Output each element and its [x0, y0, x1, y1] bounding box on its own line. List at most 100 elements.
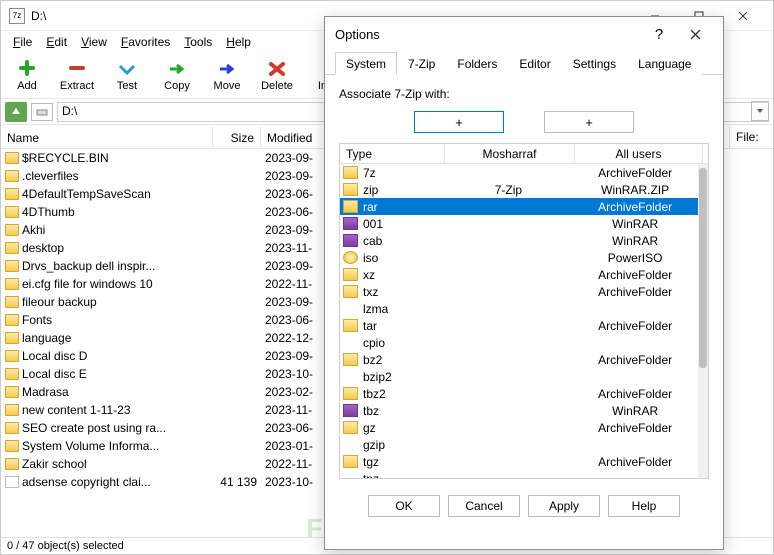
- file-modified: 2023-09-: [261, 223, 327, 237]
- test-button[interactable]: Test: [105, 57, 149, 94]
- assoc-row[interactable]: bz2ArchiveFolder: [340, 351, 698, 368]
- dialog-body: Associate 7-Zip with: + + Type Mosharraf…: [325, 75, 723, 523]
- file-modified: 2023-11-: [261, 403, 327, 417]
- copy-label: Copy: [164, 80, 190, 92]
- assoc-row[interactable]: gzArchiveFolder: [340, 419, 698, 436]
- folder-icon: [5, 314, 19, 326]
- tab-7zip[interactable]: 7-Zip: [397, 52, 446, 75]
- assoc-allusers: WinRAR: [572, 404, 698, 418]
- assoc-type: zip: [361, 183, 445, 197]
- assoc-row[interactable]: isoPowerISO: [340, 249, 698, 266]
- column-modified[interactable]: Modified: [261, 127, 327, 148]
- file-modified: 2023-09-: [261, 349, 327, 363]
- assoc-row[interactable]: xzArchiveFolder: [340, 266, 698, 283]
- assoc-col-user[interactable]: Mosharraf: [445, 144, 575, 163]
- assoc-allusers: ArchiveFolder: [572, 387, 698, 401]
- assoc-type: 001: [361, 217, 445, 231]
- move-button[interactable]: Move: [205, 57, 249, 94]
- extract-button[interactable]: Extract: [55, 57, 99, 94]
- assoc-header: Type Mosharraf All users: [340, 144, 708, 164]
- add-button[interactable]: Add: [5, 57, 49, 94]
- file-modified: 2023-02-: [261, 385, 327, 399]
- drive-icon[interactable]: [31, 103, 53, 121]
- assoc-col-allusers[interactable]: All users: [575, 144, 703, 163]
- apply-button[interactable]: Apply: [528, 495, 600, 517]
- close-button[interactable]: [721, 2, 765, 30]
- assoc-allusers: WinRAR: [572, 234, 698, 248]
- file-name: Fonts: [22, 313, 52, 327]
- assoc-row[interactable]: rarArchiveFolder: [340, 198, 698, 215]
- column-name[interactable]: Name: [1, 127, 213, 148]
- ok-button[interactable]: OK: [368, 495, 440, 517]
- dialog-close-button[interactable]: [677, 19, 713, 49]
- tab-system[interactable]: System: [335, 52, 397, 75]
- assoc-scrollbar[interactable]: [698, 164, 708, 478]
- filetype-icon: [343, 302, 358, 315]
- assoc-col-type[interactable]: Type: [340, 144, 445, 163]
- tab-language[interactable]: Language: [627, 52, 702, 75]
- app-icon: 7z: [9, 8, 25, 24]
- assoc-row[interactable]: tpz: [340, 470, 698, 478]
- plus-allusers-button[interactable]: +: [544, 111, 634, 133]
- file-name: new content 1-11-23: [22, 403, 131, 417]
- assoc-row[interactable]: tarArchiveFolder: [340, 317, 698, 334]
- test-label: Test: [117, 80, 137, 92]
- tab-editor[interactable]: Editor: [508, 52, 561, 75]
- folder-icon: [5, 296, 19, 308]
- folder-icon: [5, 404, 19, 416]
- file-modified: 2023-09-: [261, 295, 327, 309]
- menu-view[interactable]: View: [75, 33, 113, 51]
- file-modified: 2023-11-: [261, 241, 327, 255]
- delete-button[interactable]: Delete: [255, 57, 299, 94]
- up-icon[interactable]: [5, 102, 27, 122]
- menu-edit[interactable]: Edit: [40, 33, 73, 51]
- assoc-row[interactable]: tgzArchiveFolder: [340, 453, 698, 470]
- folder-icon: [5, 458, 19, 470]
- menu-help[interactable]: Help: [220, 33, 257, 51]
- cancel-button[interactable]: Cancel: [448, 495, 520, 517]
- assoc-row[interactable]: bzip2: [340, 368, 698, 385]
- assoc-row[interactable]: 7zArchiveFolder: [340, 164, 698, 181]
- assoc-row[interactable]: zip7-ZipWinRAR.ZIP: [340, 181, 698, 198]
- assoc-type: tbz2: [361, 387, 445, 401]
- assoc-row[interactable]: 001WinRAR: [340, 215, 698, 232]
- add-label: Add: [17, 80, 37, 92]
- filetype-icon: [343, 472, 358, 478]
- filetype-icon: [343, 217, 358, 230]
- folder-icon: [5, 278, 19, 290]
- menu-file[interactable]: File: [7, 33, 38, 51]
- help-button[interactable]: Help: [608, 495, 680, 517]
- plus-user-button[interactable]: +: [414, 111, 504, 133]
- assoc-scroll-thumb[interactable]: [699, 168, 707, 368]
- assoc-row[interactable]: tbzWinRAR: [340, 402, 698, 419]
- folder-icon: [5, 224, 19, 236]
- assoc-row[interactable]: tbz2 ArchiveFolder: [340, 385, 698, 402]
- assoc-row[interactable]: cabWinRAR: [340, 232, 698, 249]
- assoc-type: rar: [361, 200, 445, 214]
- assoc-row[interactable]: lzma: [340, 300, 698, 317]
- assoc-row[interactable]: gzip: [340, 436, 698, 453]
- menu-tools[interactable]: Tools: [178, 33, 218, 51]
- move-icon: [216, 59, 238, 79]
- assoc-allusers: ArchiveFolder: [572, 455, 698, 469]
- tab-folders[interactable]: Folders: [446, 52, 508, 75]
- assoc-allusers: ArchiveFolder: [572, 166, 698, 180]
- assoc-user: 7-Zip: [445, 183, 573, 197]
- path-dropdown[interactable]: [751, 101, 769, 121]
- copy-button[interactable]: Copy: [155, 57, 199, 94]
- folder-icon: [5, 440, 19, 452]
- delete-icon: [266, 59, 288, 79]
- folder-icon: [5, 188, 19, 200]
- assoc-row[interactable]: txzArchiveFolder: [340, 283, 698, 300]
- tab-settings[interactable]: Settings: [562, 52, 627, 75]
- column-file[interactable]: File:: [730, 127, 773, 149]
- file-name: .cleverfiles: [22, 169, 79, 183]
- file-name: 4DefaultTempSaveScan: [22, 187, 151, 201]
- help-icon[interactable]: ?: [641, 19, 677, 49]
- file-modified: 2023-06-: [261, 187, 327, 201]
- menu-favorites[interactable]: Favorites: [115, 33, 176, 51]
- assoc-type: gzip: [361, 438, 445, 452]
- column-size[interactable]: Size: [213, 127, 261, 148]
- assoc-row[interactable]: cpio: [340, 334, 698, 351]
- assoc-type: iso: [361, 251, 445, 265]
